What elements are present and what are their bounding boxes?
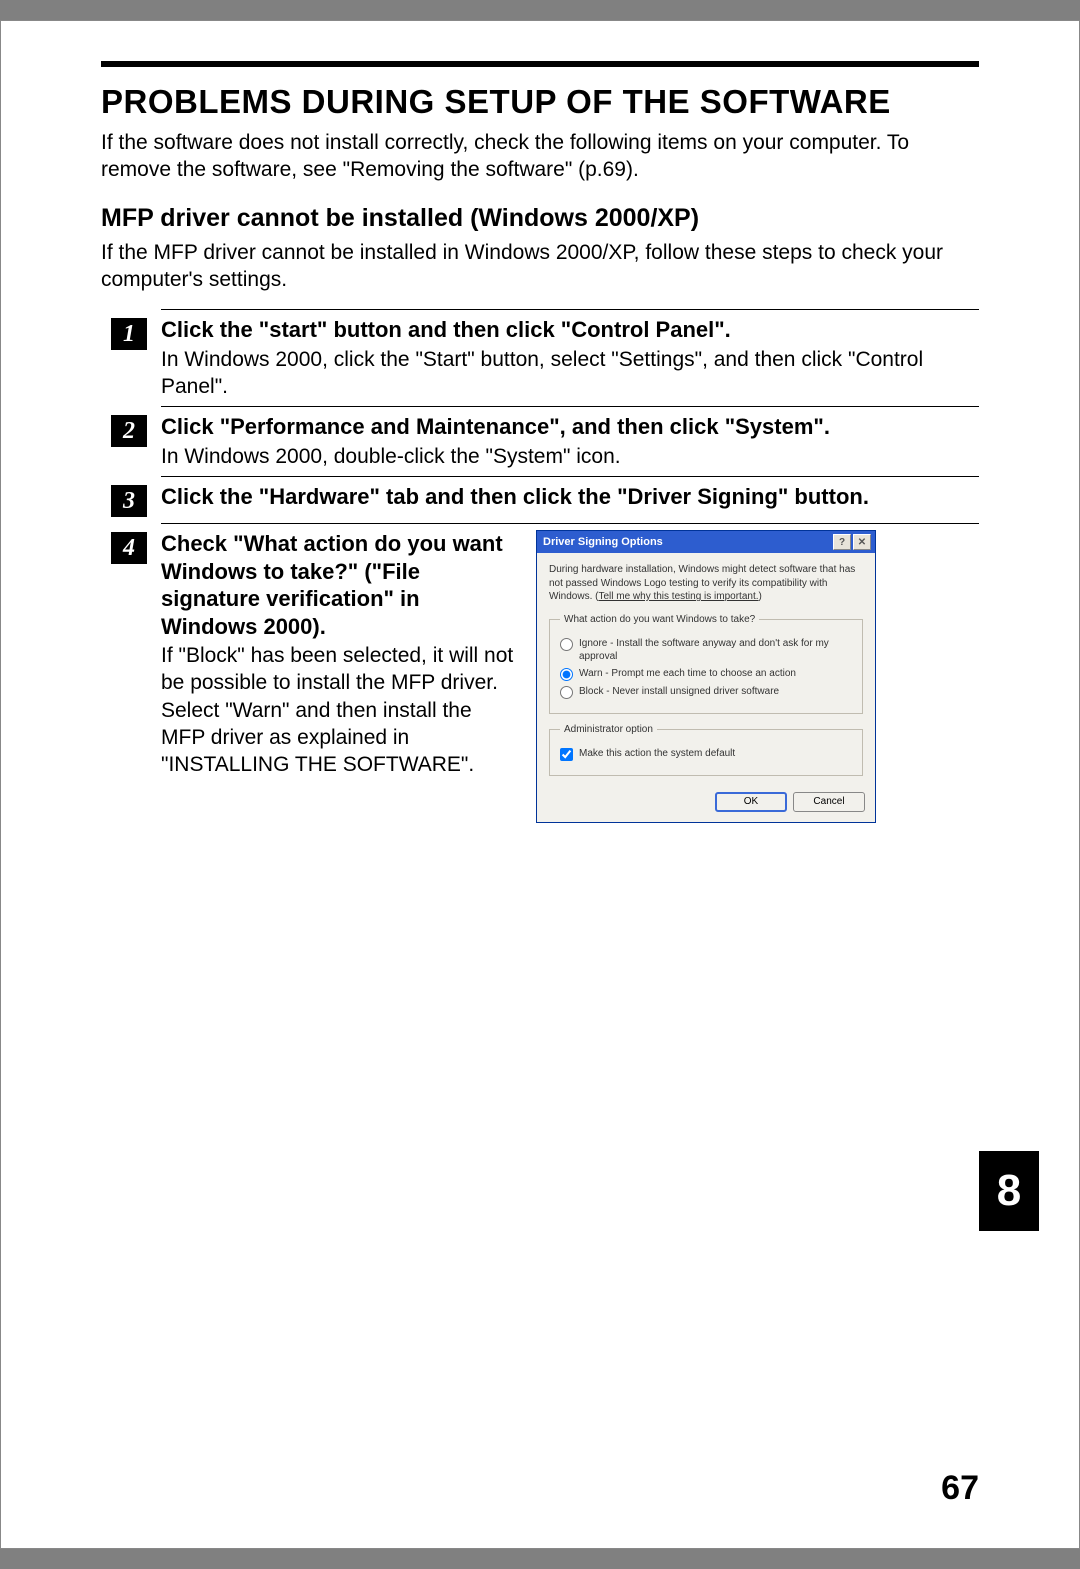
step-number-badge: 1: [111, 318, 147, 350]
step-separator: [161, 309, 979, 310]
dialog-description: During hardware installation, Windows mi…: [549, 563, 863, 604]
step-title: Click "Performance and Maintenance", and…: [161, 413, 979, 441]
checkbox-default[interactable]: Make this action the system default: [560, 747, 852, 761]
close-icon[interactable]: ✕: [853, 534, 871, 550]
step-separator: [161, 476, 979, 477]
step-number-badge: 2: [111, 415, 147, 447]
step-4: 4 Check "What action do you want Windows…: [111, 528, 979, 823]
steps-list: 1 Click the "start" button and then clic…: [111, 309, 979, 822]
radio-ignore-input[interactable]: [560, 638, 573, 651]
step4-text-column: Check "What action do you want Windows t…: [161, 530, 516, 823]
radio-ignore-label: Ignore - Install the software anyway and…: [579, 637, 852, 663]
radio-ignore[interactable]: Ignore - Install the software anyway and…: [560, 637, 852, 663]
admin-fieldset: Administrator option Make this action th…: [549, 724, 863, 776]
dialog-titlebar: Driver Signing Options ? ✕: [537, 531, 875, 553]
step-title: Click the "start" button and then click …: [161, 316, 979, 344]
ok-button[interactable]: OK: [715, 792, 787, 812]
radio-block-label: Block - Never install unsigned driver so…: [579, 685, 779, 698]
action-fieldset: What action do you want Windows to take?…: [549, 614, 863, 714]
top-divider: [101, 61, 979, 67]
radio-block-input[interactable]: [560, 686, 573, 699]
radio-warn-input[interactable]: [560, 668, 573, 681]
checkbox-default-label: Make this action the system default: [579, 747, 735, 760]
step-separator: [161, 406, 979, 407]
intro-paragraph: If the software does not install correct…: [101, 129, 979, 184]
dialog-button-row: OK Cancel: [537, 792, 875, 822]
document-page: PROBLEMS DURING SETUP OF THE SOFTWARE If…: [0, 20, 1080, 1549]
sub-heading: MFP driver cannot be installed (Windows …: [101, 204, 979, 233]
titlebar-buttons: ? ✕: [833, 534, 871, 550]
dialog-text-post: ): [759, 591, 762, 602]
checkbox-default-input[interactable]: [560, 748, 573, 761]
step-body: Click "Performance and Maintenance", and…: [161, 411, 979, 470]
dialog-body: During hardware installation, Windows mi…: [537, 553, 875, 792]
radio-block[interactable]: Block - Never install unsigned driver so…: [560, 685, 852, 699]
step-description: If "Block" has been selected, it will no…: [161, 642, 516, 778]
step-body: Click the "start" button and then click …: [161, 314, 979, 400]
cancel-button[interactable]: Cancel: [793, 792, 865, 812]
radio-warn-label: Warn - Prompt me each time to choose an …: [579, 667, 796, 680]
step-body: Click the "Hardware" tab and then click …: [161, 481, 979, 511]
help-icon[interactable]: ?: [833, 534, 851, 550]
step-number-badge: 3: [111, 485, 147, 517]
step-description: In Windows 2000, click the "Start" butto…: [161, 346, 979, 401]
step-description: In Windows 2000, double-click the "Syste…: [161, 443, 979, 470]
step-3: 3 Click the "Hardware" tab and then clic…: [111, 481, 979, 517]
step-title: Click the "Hardware" tab and then click …: [161, 483, 979, 511]
page-number: 67: [941, 1469, 979, 1508]
dialog-title: Driver Signing Options: [543, 536, 663, 548]
step-title: Check "What action do you want Windows t…: [161, 530, 516, 640]
step-number-badge: 4: [111, 532, 147, 564]
radio-warn[interactable]: Warn - Prompt me each time to choose an …: [560, 667, 852, 681]
step-separator: [161, 523, 979, 524]
sub-intro-paragraph: If the MFP driver cannot be installed in…: [101, 239, 979, 294]
step-1: 1 Click the "start" button and then clic…: [111, 314, 979, 400]
dialog-help-link[interactable]: Tell me why this testing is important.: [598, 591, 758, 602]
chapter-tab: 8: [979, 1151, 1039, 1231]
step-2: 2 Click "Performance and Maintenance", a…: [111, 411, 979, 470]
driver-signing-dialog: Driver Signing Options ? ✕ During hardwa…: [536, 530, 876, 823]
main-heading: PROBLEMS DURING SETUP OF THE SOFTWARE: [101, 83, 979, 121]
action-legend: What action do you want Windows to take?: [560, 614, 759, 625]
step-body: Check "What action do you want Windows t…: [161, 528, 979, 823]
admin-legend: Administrator option: [560, 724, 657, 735]
